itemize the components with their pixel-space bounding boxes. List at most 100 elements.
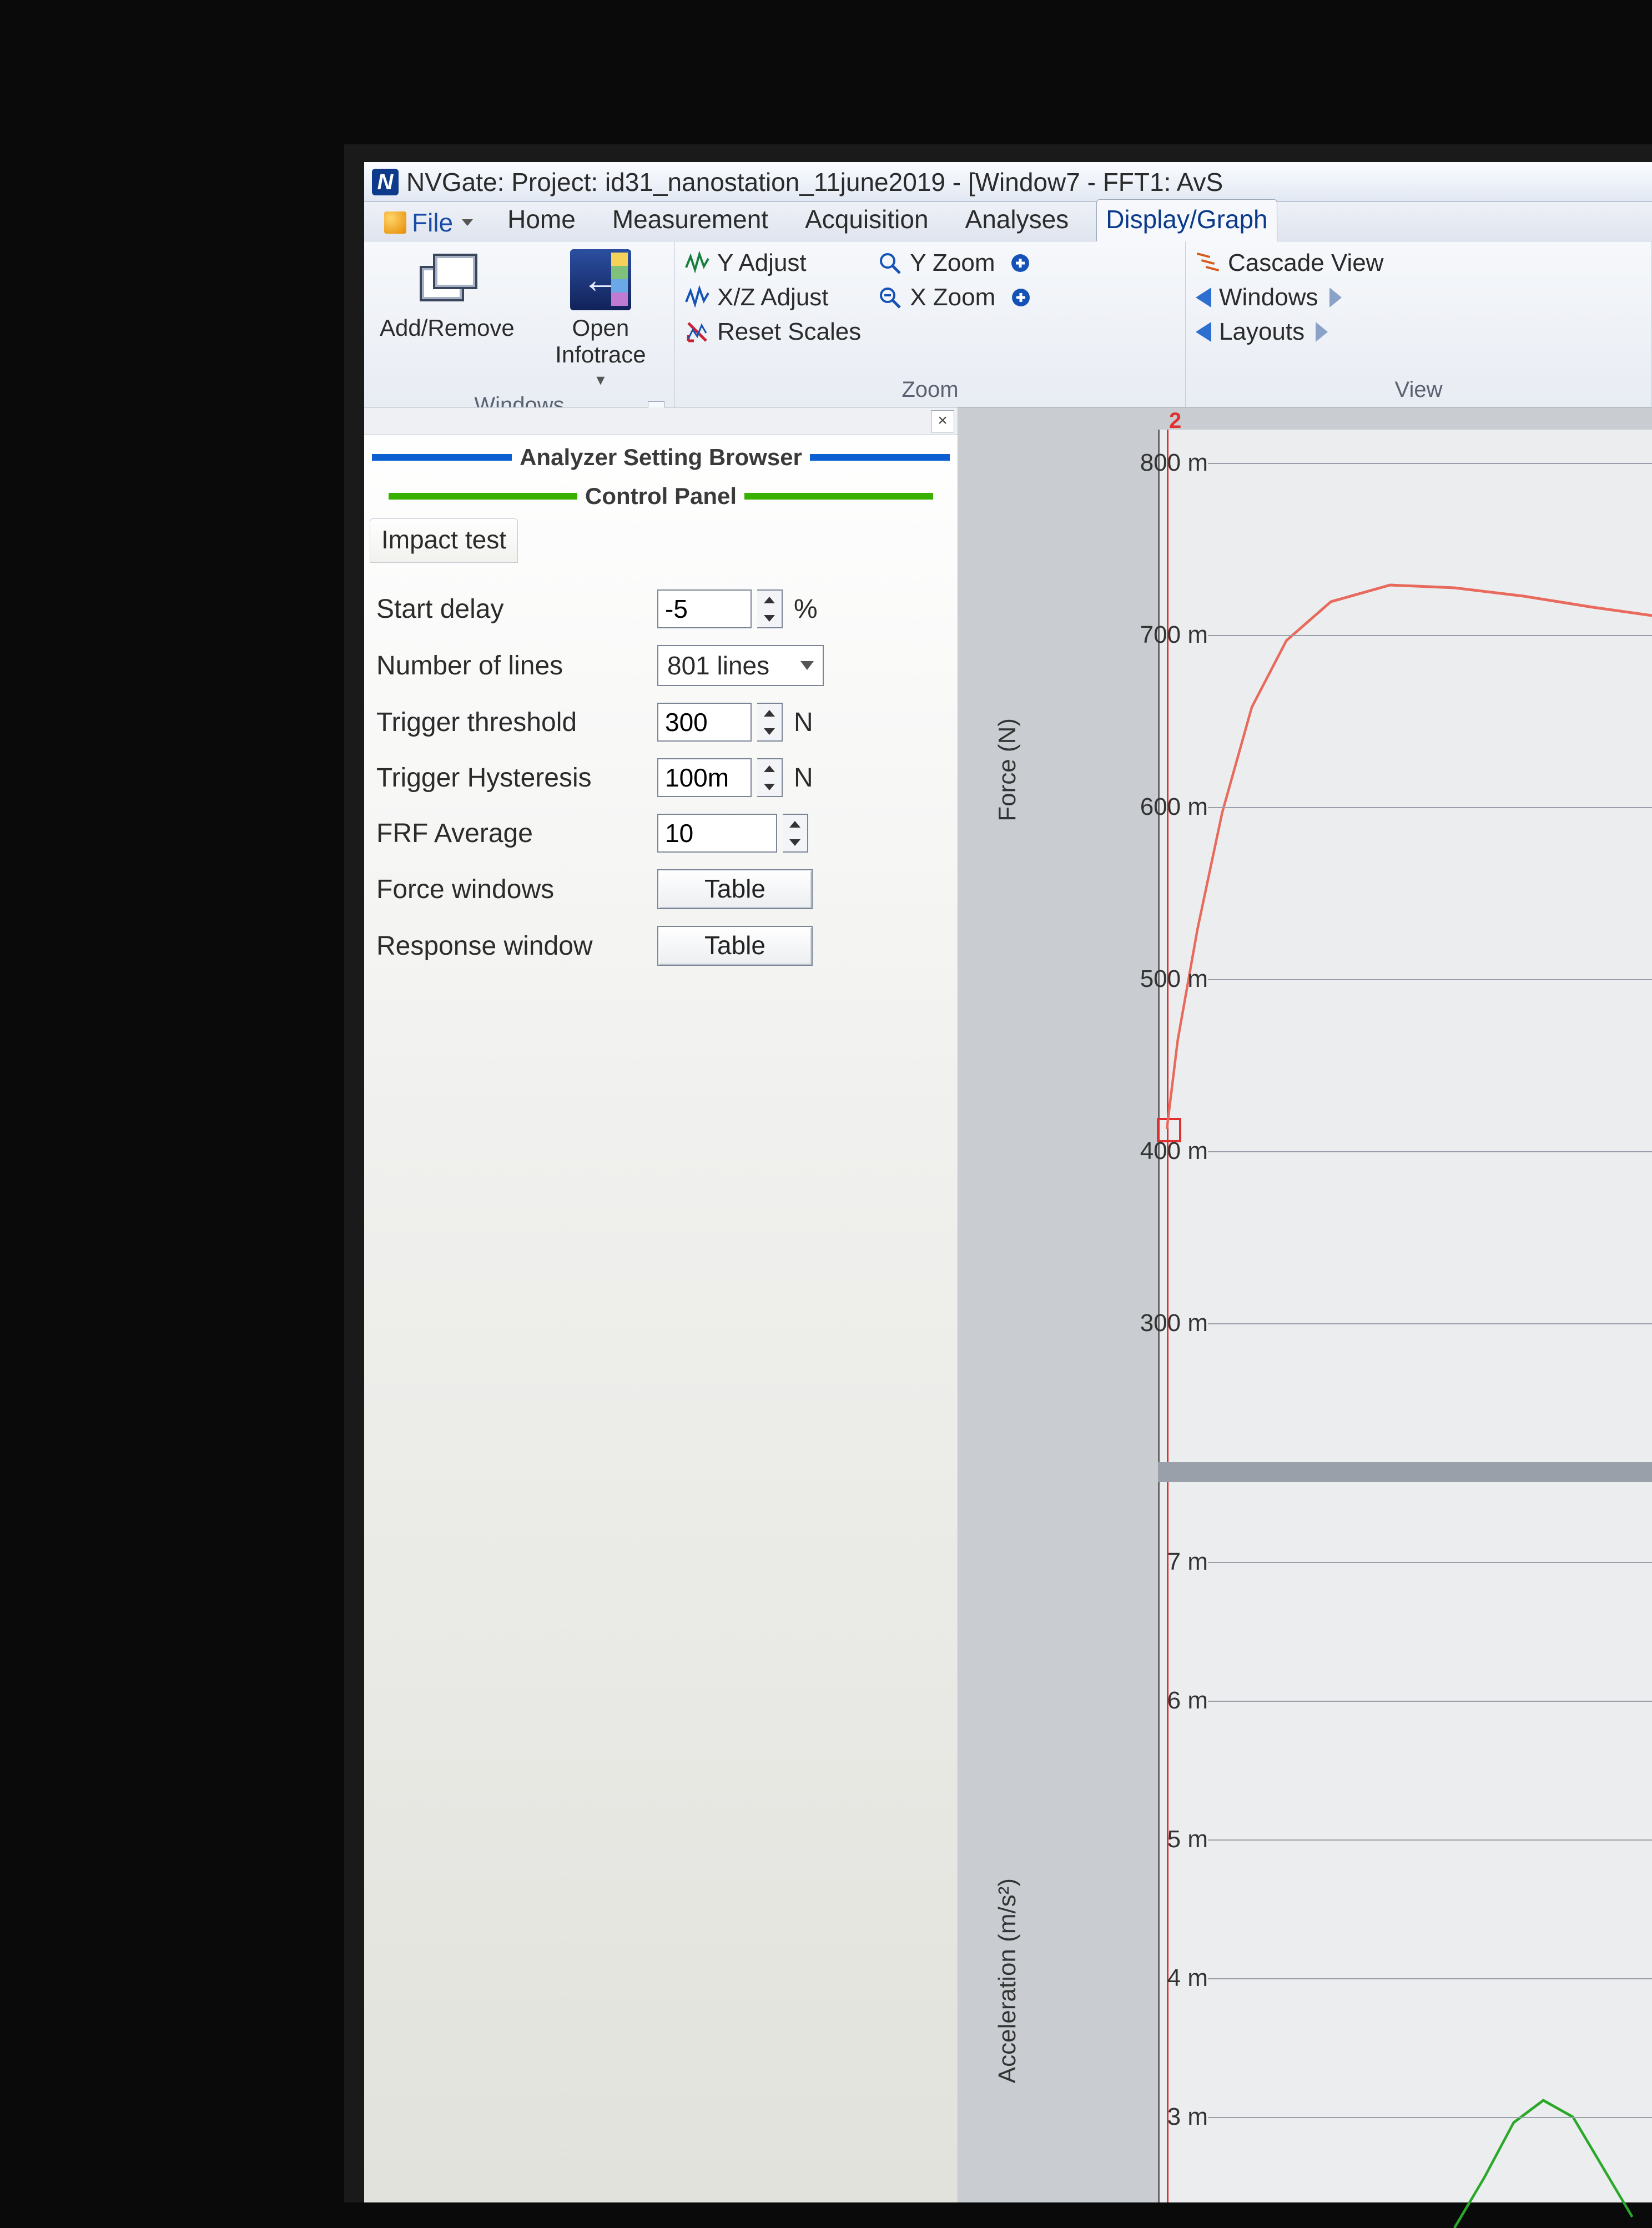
trigger-threshold-spinner[interactable] [757, 703, 783, 742]
add-remove-button[interactable]: Add/Remove [374, 246, 520, 341]
plot-pane[interactable]: Force (N) Acceleration (m/s²) [991, 407, 1652, 2202]
open-infotrace-label: Open Infotrace [542, 315, 659, 368]
bar-icon [744, 493, 933, 500]
file-orb-icon [384, 211, 406, 234]
y-zoom-icon [878, 251, 902, 275]
bar-icon [372, 454, 512, 461]
analyzer-setting-browser-header[interactable]: Analyzer Setting Browser [364, 440, 958, 475]
accel-tick: 4 m [1167, 1964, 1208, 1992]
gridline [1208, 1701, 1652, 1702]
gridline [1208, 1562, 1652, 1563]
start-delay-input[interactable] [657, 589, 752, 628]
graph-area: 2 Force (N) Acceleration (m/s²) [958, 407, 1652, 2202]
trigger-hysteresis-label: Trigger Hysteresis [376, 763, 643, 793]
y-zoom-label: Y Zoom [910, 249, 995, 277]
response-window-table-button[interactable]: Table [657, 926, 813, 966]
response-window-row: Response window Table [376, 926, 945, 966]
ribbon: Add/Remove Open Infotrace ▾ Windows [364, 241, 1652, 407]
y-zoom-button[interactable]: Y Zoom [878, 249, 1033, 277]
bar-icon [389, 493, 577, 500]
tab-acquisition[interactable]: Acquisition [796, 200, 937, 241]
trigger-hysteresis-spinner[interactable] [757, 758, 783, 797]
ribbon-group-label-zoom: Zoom [685, 374, 1175, 407]
force-tick: 400 m [1140, 1137, 1208, 1165]
accel-axis-label: Acceleration (m/s²) [994, 1878, 1021, 2083]
tab-home[interactable]: Home [498, 200, 585, 241]
reset-scales-button[interactable]: Reset Scales [685, 318, 861, 346]
gridline [1208, 807, 1652, 808]
control-panel-header[interactable]: Control Panel [381, 478, 941, 514]
y-zoom-variant-icon[interactable] [1008, 251, 1032, 275]
gridline [1208, 463, 1652, 464]
force-axis-label: Force (N) [994, 718, 1021, 821]
force-tick: 600 m [1140, 793, 1208, 821]
plot-canvas[interactable] [1158, 430, 1652, 2202]
trigger-threshold-input[interactable] [657, 703, 752, 742]
plot-divider [1158, 1462, 1652, 1482]
reset-scales-label: Reset Scales [717, 318, 861, 346]
file-menu[interactable]: File [377, 204, 480, 241]
gridline [1208, 979, 1652, 980]
app-window: NVGate: Project: id31_nanostation_11june… [344, 144, 1652, 2202]
xz-adjust-button[interactable]: X/Z Adjust [685, 284, 861, 311]
number-of-lines-label: Number of lines [376, 651, 643, 681]
side-panel-tabstrip: × [364, 407, 958, 435]
open-infotrace-button[interactable]: Open Infotrace ▾ [537, 246, 664, 390]
ribbon-group-zoom: Y Adjust X/Z Adjust Reset Scales [675, 241, 1186, 407]
tab-analyses[interactable]: Analyses [956, 200, 1078, 241]
force-windows-row: Force windows Table [376, 869, 945, 909]
x-zoom-variant-icon[interactable] [1009, 285, 1033, 310]
trigger-hysteresis-row: Trigger Hysteresis N [376, 758, 945, 797]
cascade-icon [1196, 251, 1220, 275]
trigger-hysteresis-input[interactable] [657, 758, 752, 797]
frf-average-input[interactable] [657, 814, 777, 853]
start-delay-label: Start delay [376, 594, 643, 624]
start-delay-unit: % [794, 594, 818, 624]
gridline [1208, 635, 1652, 636]
frf-average-spinner[interactable] [783, 814, 808, 853]
frf-average-row: FRF Average [376, 814, 945, 853]
start-delay-spinner[interactable] [757, 589, 783, 628]
gridline [1208, 1151, 1652, 1152]
accel-trace [1158, 2084, 1652, 2228]
gridline [1208, 1839, 1652, 1841]
accel-tick: 7 m [1167, 1548, 1208, 1576]
number-of-lines-row: Number of lines 801 lines [376, 645, 945, 686]
tab-display-graph[interactable]: Display/Graph [1096, 199, 1277, 241]
impact-test-tab[interactable]: Impact test [370, 518, 518, 563]
force-tick: 800 m [1140, 449, 1208, 477]
force-windows-label: Force windows [376, 874, 643, 905]
side-panel: × Analyzer Setting Browser Control Panel… [364, 407, 958, 2202]
xz-adjust-icon [685, 285, 709, 310]
force-windows-table-button[interactable]: Table [657, 869, 813, 909]
window-title: NVGate: Project: id31_nanostation_11june… [406, 167, 1223, 197]
app-icon [372, 169, 399, 195]
control-panel-title: Control Panel [585, 483, 737, 510]
number-of-lines-select[interactable]: 801 lines [657, 645, 824, 686]
ribbon-tab-strip: File Home Measurement Acquisition Analys… [364, 202, 1652, 241]
windows-nav-button[interactable]: Windows [1196, 284, 1383, 311]
triangle-left-icon [1196, 288, 1211, 308]
number-of-lines-value: 801 lines [667, 651, 769, 681]
ribbon-group-label-view: View [1196, 374, 1641, 407]
x-zoom-icon [878, 285, 902, 310]
layouts-nav-button[interactable]: Layouts [1196, 318, 1383, 346]
close-panel-button[interactable]: × [931, 410, 954, 432]
gridline [1208, 1323, 1652, 1324]
x-zoom-button[interactable]: X Zoom [878, 284, 1033, 311]
xz-adjust-label: X/Z Adjust [717, 284, 829, 311]
triangle-right-icon [1329, 288, 1342, 308]
y-adjust-button[interactable]: Y Adjust [685, 249, 861, 277]
windows-icon [416, 249, 477, 310]
response-window-label: Response window [376, 931, 643, 961]
triangle-right-icon [1316, 322, 1328, 342]
accel-tick: 5 m [1167, 1826, 1208, 1853]
infotrace-icon [570, 249, 631, 310]
windows-nav-label: Windows [1219, 284, 1318, 311]
frf-average-label: FRF Average [376, 818, 643, 849]
tab-measurement[interactable]: Measurement [603, 200, 777, 241]
gridline [1208, 2117, 1652, 2118]
x-zoom-label: X Zoom [910, 284, 995, 311]
cascade-view-button[interactable]: Cascade View [1196, 249, 1383, 277]
force-tick: 700 m [1140, 621, 1208, 649]
